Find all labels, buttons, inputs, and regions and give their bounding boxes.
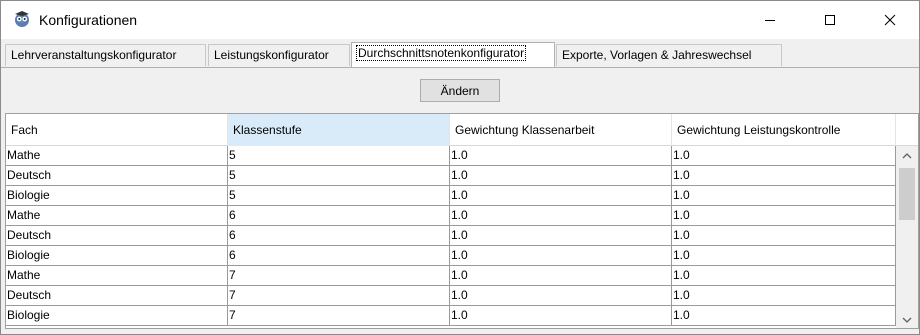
tab-label: Durchschnittsnotenkonfigurator xyxy=(355,45,527,61)
table-header: Fach Klassenstufe Gewichtung Klassenarbe… xyxy=(6,114,918,146)
maximize-icon xyxy=(825,15,835,25)
cell-fach[interactable]: Mathe xyxy=(6,206,228,226)
cell-fach[interactable]: Deutsch xyxy=(6,226,228,246)
table-row[interactable]: Mathe 5 1.0 1.0 xyxy=(6,146,896,166)
table-row[interactable]: Mathe 7 1.0 1.0 xyxy=(6,266,896,286)
edit-button[interactable]: Ändern xyxy=(420,79,500,102)
tab-durchschnittsnotenkonfigurator[interactable]: Durchschnittsnotenkonfigurator xyxy=(351,42,555,67)
cell-fach[interactable]: Deutsch xyxy=(6,166,228,186)
tab-strip: Lehrveranstaltungskonfigurator Leistungs… xyxy=(1,39,919,69)
table-row[interactable]: Mathe 6 1.0 1.0 xyxy=(6,206,896,226)
configurations-window: Konfigurationen Lehrveranstaltungskonfig… xyxy=(0,0,920,335)
cell-klassenstufe[interactable]: 7 xyxy=(228,286,450,306)
column-header-fach[interactable]: Fach xyxy=(6,114,228,146)
cell-gewichtung-leistungskontrolle[interactable]: 1.0 xyxy=(672,246,896,266)
maximize-button[interactable] xyxy=(807,1,853,39)
cell-gewichtung-leistungskontrolle[interactable]: 1.0 xyxy=(672,226,896,246)
column-header-gewichtung-leistungskontrolle[interactable]: Gewichtung Leistungskontrolle xyxy=(672,114,896,146)
cell-klassenstufe[interactable]: 6 xyxy=(228,206,450,226)
tab-label: Lehrveranstaltungskonfigurator xyxy=(11,48,177,62)
weighting-table: Fach Klassenstufe Gewichtung Klassenarbe… xyxy=(5,113,919,329)
cell-klassenstufe[interactable]: 7 xyxy=(228,266,450,286)
cell-gewichtung-leistungskontrolle[interactable]: 1.0 xyxy=(672,286,896,306)
cell-fach[interactable]: Mathe xyxy=(6,146,228,166)
tab-leistungskonfigurator[interactable]: Leistungskonfigurator xyxy=(208,44,350,66)
cell-klassenstufe[interactable]: 5 xyxy=(228,186,450,206)
tab-label: Leistungskonfigurator xyxy=(214,48,329,62)
table-row[interactable]: Deutsch 5 1.0 1.0 xyxy=(6,166,896,186)
cell-gewichtung-leistungskontrolle[interactable]: 1.0 xyxy=(672,306,896,326)
cell-gewichtung-klassenarbeit[interactable]: 1.0 xyxy=(450,226,672,246)
table-row[interactable]: Deutsch 6 1.0 1.0 xyxy=(6,226,896,246)
cell-gewichtung-klassenarbeit[interactable]: 1.0 xyxy=(450,286,672,306)
cell-klassenstufe[interactable]: 7 xyxy=(228,306,450,326)
cell-gewichtung-klassenarbeit[interactable]: 1.0 xyxy=(450,266,672,286)
close-button[interactable] xyxy=(867,1,913,39)
window-title: Konfigurationen xyxy=(39,12,138,28)
cell-gewichtung-leistungskontrolle[interactable]: 1.0 xyxy=(672,146,896,166)
cell-gewichtung-leistungskontrolle[interactable]: 1.0 xyxy=(672,206,896,226)
tab-exporte-vorlagen-jahreswechsel[interactable]: Exporte, Vorlagen & Jahreswechsel xyxy=(556,44,782,66)
minimize-icon xyxy=(765,20,775,21)
app-owl-icon xyxy=(15,11,29,27)
cell-fach[interactable]: Biologie xyxy=(6,186,228,206)
cell-gewichtung-klassenarbeit[interactable]: 1.0 xyxy=(450,306,672,326)
tab-label: Exporte, Vorlagen & Jahreswechsel xyxy=(562,48,752,62)
cell-gewichtung-klassenarbeit[interactable]: 1.0 xyxy=(450,146,672,166)
cell-klassenstufe[interactable]: 6 xyxy=(228,226,450,246)
cell-gewichtung-klassenarbeit[interactable]: 1.0 xyxy=(450,246,672,266)
cell-fach[interactable]: Mathe xyxy=(6,266,228,286)
cell-fach[interactable]: Deutsch xyxy=(6,286,228,306)
table-row[interactable]: Biologie 6 1.0 1.0 xyxy=(6,246,896,266)
cell-klassenstufe[interactable]: 6 xyxy=(228,246,450,266)
cell-klassenstufe[interactable]: 5 xyxy=(228,166,450,186)
cell-gewichtung-leistungskontrolle[interactable]: 1.0 xyxy=(672,266,896,286)
toolbar: Ändern xyxy=(1,68,919,112)
table-row[interactable]: Deutsch 7 1.0 1.0 xyxy=(6,286,896,306)
table-row[interactable]: Biologie 5 1.0 1.0 xyxy=(6,186,896,206)
cell-klassenstufe[interactable]: 5 xyxy=(228,146,450,166)
cell-fach[interactable]: Biologie xyxy=(6,246,228,266)
cell-gewichtung-klassenarbeit[interactable]: 1.0 xyxy=(450,186,672,206)
cell-gewichtung-leistungskontrolle[interactable]: 1.0 xyxy=(672,166,896,186)
column-header-gewichtung-klassenarbeit[interactable]: Gewichtung Klassenarbeit xyxy=(450,114,672,146)
column-header-klassenstufe[interactable]: Klassenstufe xyxy=(228,114,450,146)
table-row[interactable]: Biologie 7 1.0 1.0 xyxy=(6,306,896,326)
cell-gewichtung-klassenarbeit[interactable]: 1.0 xyxy=(450,206,672,226)
scroll-up-button[interactable] xyxy=(896,146,918,166)
table-body: Mathe 5 1.0 1.0 Deutsch 5 1.0 1.0 Biolog… xyxy=(6,146,896,328)
chevron-down-icon xyxy=(902,317,912,323)
scroll-thumb[interactable] xyxy=(899,168,915,220)
scroll-down-button[interactable] xyxy=(896,310,918,328)
cell-gewichtung-klassenarbeit[interactable]: 1.0 xyxy=(450,166,672,186)
cell-fach[interactable]: Biologie xyxy=(6,306,228,326)
close-icon xyxy=(884,14,896,26)
cell-gewichtung-leistungskontrolle[interactable]: 1.0 xyxy=(672,186,896,206)
title-bar: Konfigurationen xyxy=(1,1,919,39)
vertical-scrollbar[interactable] xyxy=(896,146,918,328)
tab-lehrveranstaltungskonfigurator[interactable]: Lehrveranstaltungskonfigurator xyxy=(5,44,206,66)
minimize-button[interactable] xyxy=(747,1,793,39)
chevron-up-icon xyxy=(902,153,912,159)
